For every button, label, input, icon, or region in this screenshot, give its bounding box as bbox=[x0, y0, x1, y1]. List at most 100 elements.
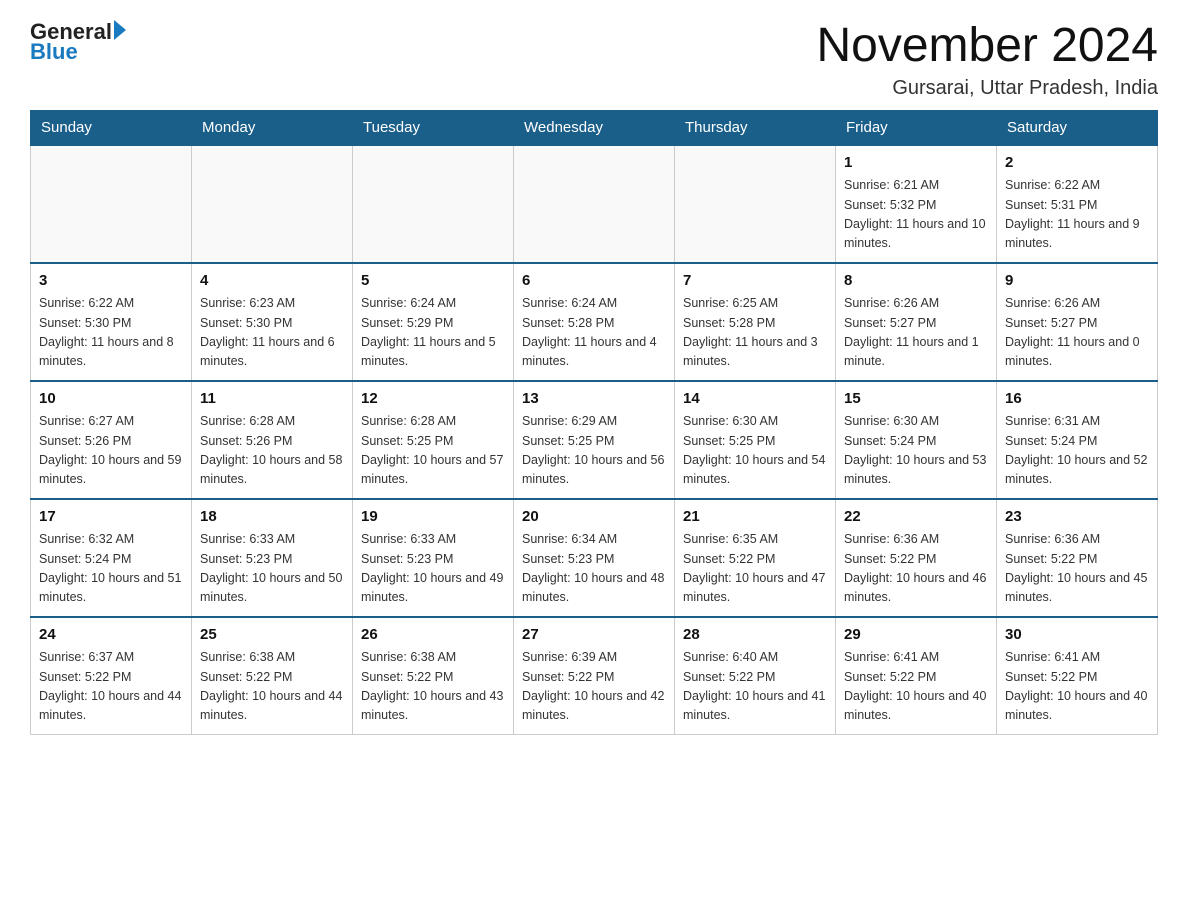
calendar-cell: 26Sunrise: 6:38 AMSunset: 5:22 PMDayligh… bbox=[353, 617, 514, 735]
logo: General Blue bbox=[30, 20, 126, 64]
page-header: General Blue November 2024 Gursarai, Utt… bbox=[30, 20, 1158, 100]
day-number: 2 bbox=[1005, 152, 1149, 175]
day-number: 8 bbox=[844, 270, 988, 293]
week-row: 1Sunrise: 6:21 AMSunset: 5:32 PMDaylight… bbox=[31, 145, 1158, 263]
calendar-cell: 28Sunrise: 6:40 AMSunset: 5:22 PMDayligh… bbox=[675, 617, 836, 735]
day-number: 15 bbox=[844, 388, 988, 411]
calendar-cell: 19Sunrise: 6:33 AMSunset: 5:23 PMDayligh… bbox=[353, 499, 514, 617]
day-info: Sunrise: 6:32 AMSunset: 5:24 PMDaylight:… bbox=[39, 530, 183, 608]
calendar-cell: 25Sunrise: 6:38 AMSunset: 5:22 PMDayligh… bbox=[192, 617, 353, 735]
day-number: 16 bbox=[1005, 388, 1149, 411]
day-number: 22 bbox=[844, 506, 988, 529]
calendar-cell: 6Sunrise: 6:24 AMSunset: 5:28 PMDaylight… bbox=[514, 263, 675, 381]
calendar-cell bbox=[353, 145, 514, 263]
day-number: 11 bbox=[200, 388, 344, 411]
day-number: 28 bbox=[683, 624, 827, 647]
location-subtitle: Gursarai, Uttar Pradesh, India bbox=[816, 77, 1158, 100]
day-number: 21 bbox=[683, 506, 827, 529]
week-row: 24Sunrise: 6:37 AMSunset: 5:22 PMDayligh… bbox=[31, 617, 1158, 735]
calendar-header-tuesday: Tuesday bbox=[353, 110, 514, 145]
calendar-cell: 11Sunrise: 6:28 AMSunset: 5:26 PMDayligh… bbox=[192, 381, 353, 499]
day-info: Sunrise: 6:41 AMSunset: 5:22 PMDaylight:… bbox=[844, 648, 988, 726]
day-info: Sunrise: 6:24 AMSunset: 5:28 PMDaylight:… bbox=[522, 294, 666, 372]
day-info: Sunrise: 6:35 AMSunset: 5:22 PMDaylight:… bbox=[683, 530, 827, 608]
day-info: Sunrise: 6:30 AMSunset: 5:25 PMDaylight:… bbox=[683, 412, 827, 490]
calendar-cell bbox=[675, 145, 836, 263]
calendar-cell: 27Sunrise: 6:39 AMSunset: 5:22 PMDayligh… bbox=[514, 617, 675, 735]
day-number: 1 bbox=[844, 152, 988, 175]
day-info: Sunrise: 6:31 AMSunset: 5:24 PMDaylight:… bbox=[1005, 412, 1149, 490]
day-info: Sunrise: 6:38 AMSunset: 5:22 PMDaylight:… bbox=[361, 648, 505, 726]
calendar-cell: 29Sunrise: 6:41 AMSunset: 5:22 PMDayligh… bbox=[836, 617, 997, 735]
day-number: 7 bbox=[683, 270, 827, 293]
day-info: Sunrise: 6:30 AMSunset: 5:24 PMDaylight:… bbox=[844, 412, 988, 490]
calendar-header-monday: Monday bbox=[192, 110, 353, 145]
day-number: 23 bbox=[1005, 506, 1149, 529]
day-info: Sunrise: 6:21 AMSunset: 5:32 PMDaylight:… bbox=[844, 176, 988, 254]
calendar-cell bbox=[31, 145, 192, 263]
day-number: 4 bbox=[200, 270, 344, 293]
day-number: 6 bbox=[522, 270, 666, 293]
day-info: Sunrise: 6:36 AMSunset: 5:22 PMDaylight:… bbox=[1005, 530, 1149, 608]
calendar-cell: 7Sunrise: 6:25 AMSunset: 5:28 PMDaylight… bbox=[675, 263, 836, 381]
calendar-table: SundayMondayTuesdayWednesdayThursdayFrid… bbox=[30, 110, 1158, 735]
day-info: Sunrise: 6:41 AMSunset: 5:22 PMDaylight:… bbox=[1005, 648, 1149, 726]
week-row: 10Sunrise: 6:27 AMSunset: 5:26 PMDayligh… bbox=[31, 381, 1158, 499]
calendar-cell: 23Sunrise: 6:36 AMSunset: 5:22 PMDayligh… bbox=[997, 499, 1158, 617]
calendar-header-friday: Friday bbox=[836, 110, 997, 145]
day-info: Sunrise: 6:22 AMSunset: 5:30 PMDaylight:… bbox=[39, 294, 183, 372]
calendar-cell: 14Sunrise: 6:30 AMSunset: 5:25 PMDayligh… bbox=[675, 381, 836, 499]
day-info: Sunrise: 6:37 AMSunset: 5:22 PMDaylight:… bbox=[39, 648, 183, 726]
day-info: Sunrise: 6:26 AMSunset: 5:27 PMDaylight:… bbox=[844, 294, 988, 372]
calendar-cell: 9Sunrise: 6:26 AMSunset: 5:27 PMDaylight… bbox=[997, 263, 1158, 381]
calendar-cell: 15Sunrise: 6:30 AMSunset: 5:24 PMDayligh… bbox=[836, 381, 997, 499]
calendar-cell: 1Sunrise: 6:21 AMSunset: 5:32 PMDaylight… bbox=[836, 145, 997, 263]
calendar-cell: 30Sunrise: 6:41 AMSunset: 5:22 PMDayligh… bbox=[997, 617, 1158, 735]
week-row: 17Sunrise: 6:32 AMSunset: 5:24 PMDayligh… bbox=[31, 499, 1158, 617]
day-info: Sunrise: 6:24 AMSunset: 5:29 PMDaylight:… bbox=[361, 294, 505, 372]
calendar-cell: 2Sunrise: 6:22 AMSunset: 5:31 PMDaylight… bbox=[997, 145, 1158, 263]
day-info: Sunrise: 6:25 AMSunset: 5:28 PMDaylight:… bbox=[683, 294, 827, 372]
calendar-cell: 18Sunrise: 6:33 AMSunset: 5:23 PMDayligh… bbox=[192, 499, 353, 617]
calendar-cell: 21Sunrise: 6:35 AMSunset: 5:22 PMDayligh… bbox=[675, 499, 836, 617]
week-row: 3Sunrise: 6:22 AMSunset: 5:30 PMDaylight… bbox=[31, 263, 1158, 381]
logo-arrow-icon bbox=[114, 20, 126, 40]
day-number: 19 bbox=[361, 506, 505, 529]
calendar-cell: 20Sunrise: 6:34 AMSunset: 5:23 PMDayligh… bbox=[514, 499, 675, 617]
day-number: 17 bbox=[39, 506, 183, 529]
day-info: Sunrise: 6:39 AMSunset: 5:22 PMDaylight:… bbox=[522, 648, 666, 726]
day-number: 25 bbox=[200, 624, 344, 647]
calendar-cell: 3Sunrise: 6:22 AMSunset: 5:30 PMDaylight… bbox=[31, 263, 192, 381]
title-block: November 2024 Gursarai, Uttar Pradesh, I… bbox=[816, 20, 1158, 100]
day-info: Sunrise: 6:29 AMSunset: 5:25 PMDaylight:… bbox=[522, 412, 666, 490]
day-number: 12 bbox=[361, 388, 505, 411]
day-number: 26 bbox=[361, 624, 505, 647]
day-info: Sunrise: 6:36 AMSunset: 5:22 PMDaylight:… bbox=[844, 530, 988, 608]
day-info: Sunrise: 6:40 AMSunset: 5:22 PMDaylight:… bbox=[683, 648, 827, 726]
day-number: 20 bbox=[522, 506, 666, 529]
calendar-cell bbox=[514, 145, 675, 263]
day-number: 29 bbox=[844, 624, 988, 647]
calendar-cell: 16Sunrise: 6:31 AMSunset: 5:24 PMDayligh… bbox=[997, 381, 1158, 499]
calendar-header-thursday: Thursday bbox=[675, 110, 836, 145]
calendar-cell: 5Sunrise: 6:24 AMSunset: 5:29 PMDaylight… bbox=[353, 263, 514, 381]
calendar-header-row: SundayMondayTuesdayWednesdayThursdayFrid… bbox=[31, 110, 1158, 145]
day-number: 5 bbox=[361, 270, 505, 293]
day-info: Sunrise: 6:38 AMSunset: 5:22 PMDaylight:… bbox=[200, 648, 344, 726]
calendar-cell: 22Sunrise: 6:36 AMSunset: 5:22 PMDayligh… bbox=[836, 499, 997, 617]
day-number: 10 bbox=[39, 388, 183, 411]
calendar-header-sunday: Sunday bbox=[31, 110, 192, 145]
day-info: Sunrise: 6:33 AMSunset: 5:23 PMDaylight:… bbox=[200, 530, 344, 608]
month-year-title: November 2024 bbox=[816, 20, 1158, 73]
day-number: 13 bbox=[522, 388, 666, 411]
calendar-cell: 8Sunrise: 6:26 AMSunset: 5:27 PMDaylight… bbox=[836, 263, 997, 381]
logo-blue: Blue bbox=[30, 39, 78, 64]
day-number: 30 bbox=[1005, 624, 1149, 647]
day-number: 14 bbox=[683, 388, 827, 411]
day-info: Sunrise: 6:23 AMSunset: 5:30 PMDaylight:… bbox=[200, 294, 344, 372]
calendar-cell: 10Sunrise: 6:27 AMSunset: 5:26 PMDayligh… bbox=[31, 381, 192, 499]
calendar-cell bbox=[192, 145, 353, 263]
calendar-header-wednesday: Wednesday bbox=[514, 110, 675, 145]
day-info: Sunrise: 6:28 AMSunset: 5:25 PMDaylight:… bbox=[361, 412, 505, 490]
day-info: Sunrise: 6:28 AMSunset: 5:26 PMDaylight:… bbox=[200, 412, 344, 490]
